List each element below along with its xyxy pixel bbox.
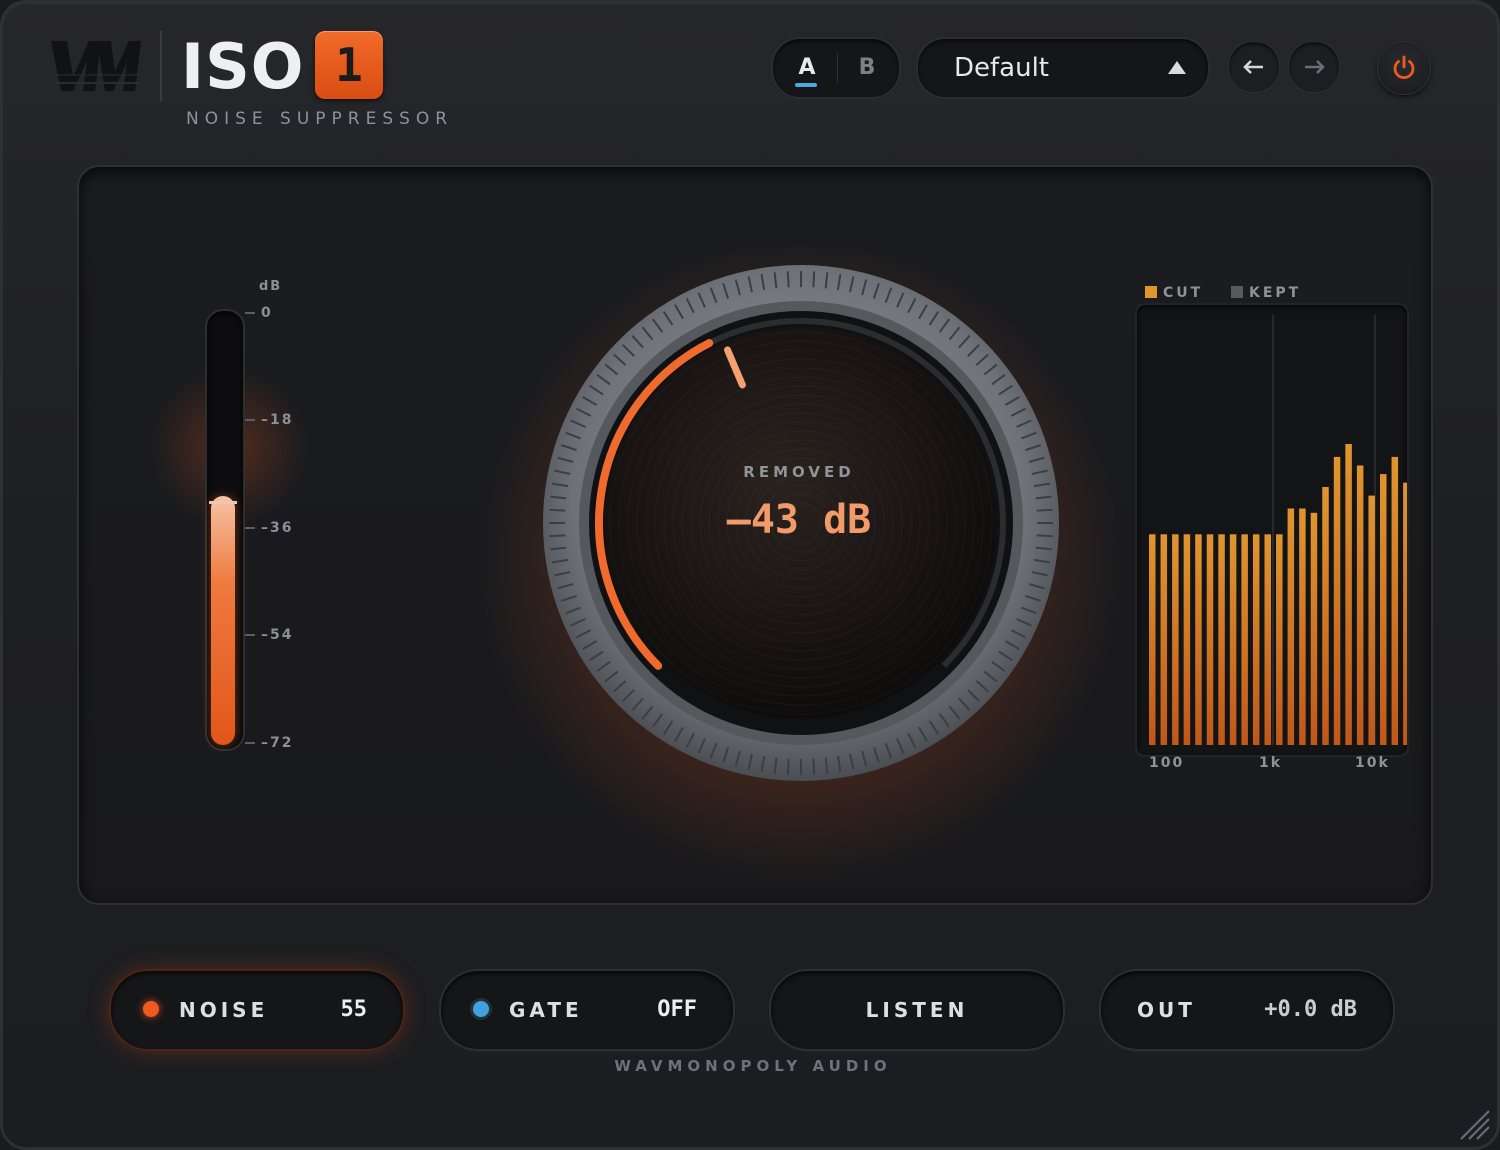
gate-label: GATE <box>509 998 583 1022</box>
noise-control[interactable]: NOISE 55 <box>109 969 405 1051</box>
product-name: ISO <box>181 30 305 103</box>
spectrum-bar <box>1287 508 1295 745</box>
freq-label-100: 100 <box>1149 755 1185 771</box>
knob-label: REMOVED <box>743 463 855 481</box>
arrow-left-icon <box>1243 60 1263 74</box>
preset-name: Default <box>954 53 1049 83</box>
spectrum-bar <box>1322 487 1329 745</box>
plugin-window: ISO 1 NOISE SUPPRESSOR A B Default dB 0 … <box>0 0 1500 1150</box>
compare-a-button[interactable]: A <box>795 39 819 97</box>
spectrum-bar <box>1241 534 1248 745</box>
out-value: +0.0 dB <box>1264 997 1357 1022</box>
gate-indicator-dot <box>473 1001 489 1017</box>
product-subtitle: NOISE SUPPRESSOR <box>186 109 454 129</box>
noise-indicator-dot <box>143 1001 159 1017</box>
main-display-panel: dB 0 –18 –36 –54 –72 REMOVED –43 dB CUT … <box>77 165 1433 905</box>
spectrum-bar <box>1218 534 1225 745</box>
out-label: OUT <box>1137 998 1196 1022</box>
wm-logo <box>51 41 141 91</box>
triangle-up-icon <box>1168 61 1186 74</box>
meter-tick-54: –54 <box>245 627 293 643</box>
spectrum-display <box>1135 303 1409 757</box>
meter-tick-18: –18 <box>245 412 293 428</box>
spectrum-bar <box>1195 534 1202 745</box>
logo-divider <box>160 31 162 101</box>
meter-peak-marker <box>209 501 237 504</box>
spectrum-bar <box>1310 512 1318 745</box>
meter-fill <box>211 496 235 745</box>
gate-value: OFF <box>657 997 697 1022</box>
power-icon <box>1393 55 1415 80</box>
spectrum-bar <box>1391 456 1399 745</box>
spectrum-bar <box>1403 482 1407 745</box>
spectrum-bar <box>1380 474 1387 745</box>
preset-selector[interactable]: Default <box>916 37 1210 99</box>
footer-brand: WAVMONOPOLY AUDIO <box>614 1057 892 1075</box>
legend-kept: KEPT <box>1231 285 1301 301</box>
spectrum-bar <box>1368 495 1375 745</box>
noise-label: NOISE <box>179 998 269 1022</box>
kept-swatch <box>1231 286 1243 298</box>
power-button[interactable] <box>1377 41 1431 95</box>
spectrum-bar <box>1172 534 1179 745</box>
compare-a-indicator <box>795 83 817 87</box>
meter-tick-36: –36 <box>245 520 293 536</box>
spectrum-bar <box>1299 508 1306 745</box>
meter-tick-0: 0 <box>245 305 273 321</box>
freq-label-1k: 1k <box>1259 755 1283 771</box>
knob-value: –43 dB <box>726 497 872 543</box>
input-level-meter <box>205 309 245 751</box>
ab-compare-toggle: A B <box>771 37 901 99</box>
version-badge: 1 <box>315 31 383 99</box>
noise-value: 55 <box>340 997 368 1022</box>
listen-button[interactable]: LISTEN <box>769 969 1065 1051</box>
output-control[interactable]: OUT +0.0 dB <box>1099 969 1395 1051</box>
compare-b-button[interactable]: B <box>855 39 879 97</box>
arrow-right-icon <box>1305 60 1325 74</box>
preset-prev-button[interactable] <box>1228 41 1280 93</box>
spectrum-bar <box>1264 534 1271 745</box>
cut-swatch <box>1145 286 1157 298</box>
spectrum-bar <box>1252 534 1260 745</box>
spectrum-bar <box>1183 534 1191 745</box>
compare-divider <box>837 53 838 83</box>
spectrum-bar <box>1333 456 1341 745</box>
spectrum-bar <box>1149 534 1156 745</box>
gate-control[interactable]: GATE OFF <box>439 969 735 1051</box>
preset-next-button[interactable] <box>1288 41 1340 93</box>
spectrum-bar <box>1356 465 1364 745</box>
spectrum-bar <box>1345 444 1352 745</box>
meter-unit-label: dB <box>259 279 283 294</box>
resize-grip-icon[interactable] <box>1455 1105 1491 1141</box>
legend-cut: CUT <box>1145 285 1203 301</box>
spectrum-bar <box>1276 534 1283 745</box>
listen-label: LISTEN <box>865 998 969 1022</box>
spectrum-bar <box>1160 534 1168 745</box>
spectrum-bar <box>1229 534 1237 745</box>
spectrum-bar <box>1206 534 1214 745</box>
meter-tick-72: –72 <box>245 735 293 751</box>
freq-label-10k: 10k <box>1355 755 1390 771</box>
